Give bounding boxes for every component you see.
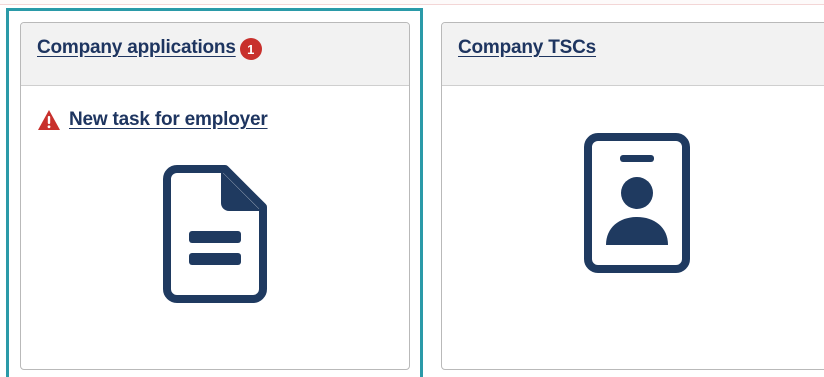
company-tscs-link[interactable]: Company TSCs <box>458 37 596 59</box>
company-tscs-card[interactable]: Company TSCs <box>441 22 824 370</box>
new-task-link[interactable]: New task for employer <box>69 109 268 131</box>
card-header: Company TSCs <box>442 23 824 86</box>
task-row: New task for employer <box>37 109 268 131</box>
notification-badge: 1 <box>239 38 262 60</box>
card-header: Company applications 1 <box>21 23 409 86</box>
company-applications-link[interactable]: Company applications <box>37 37 236 59</box>
document-icon <box>163 165 267 303</box>
id-badge-icon <box>584 133 690 273</box>
company-applications-card[interactable]: Company applications 1 New task for empl… <box>20 22 410 370</box>
top-alert-strip <box>0 0 824 5</box>
warning-triangle-icon <box>37 109 61 131</box>
